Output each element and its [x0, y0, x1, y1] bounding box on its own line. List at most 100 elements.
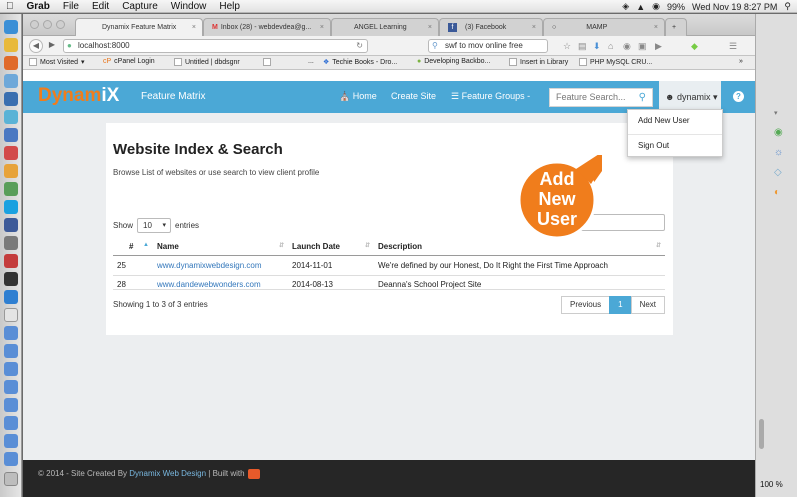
bookmark-techie-books[interactable]: ❖ Techie Books - Dro...: [323, 58, 397, 67]
clock[interactable]: Wed Nov 19 8:27 PM: [692, 2, 777, 12]
vertical-scrollbar[interactable]: [759, 419, 764, 449]
skype-icon[interactable]: [4, 200, 18, 214]
bookmark-untitled[interactable]: Untitled | dbdsgnr: [174, 58, 240, 66]
new-tab-button[interactable]: +: [665, 18, 687, 36]
addon-icon[interactable]: ▣: [638, 41, 647, 52]
bookmark-php-mysql[interactable]: PHP MySQL CRU...: [579, 58, 652, 66]
app-icon[interactable]: [4, 272, 18, 286]
reading-list-icon[interactable]: ▤: [578, 41, 587, 52]
close-tab-icon[interactable]: ×: [654, 24, 658, 31]
trash-icon[interactable]: [4, 472, 18, 486]
apple-icon[interactable]: : [6, 1, 14, 12]
menu-window[interactable]: Window: [171, 1, 207, 12]
app-icon[interactable]: [4, 218, 18, 232]
home-icon[interactable]: ⌂: [608, 41, 613, 51]
app-icon[interactable]: ◉: [774, 127, 783, 138]
search-icon[interactable]: ⚲: [639, 89, 646, 106]
bookmark-developing-backbone[interactable]: ● Developing Backbo...: [417, 58, 490, 65]
zoom-window-button[interactable]: [56, 20, 65, 29]
bookmark-empty[interactable]: [263, 58, 271, 66]
app-icon[interactable]: ☼: [774, 147, 783, 158]
menu-icon[interactable]: ☰: [729, 41, 737, 52]
toggle-icon[interactable]: ▾: [774, 109, 778, 117]
tab-angel-learning[interactable]: ANGEL Learning ×: [331, 18, 439, 36]
tab-inbox[interactable]: M Inbox (28) - webdevdea@g... ×: [203, 18, 331, 36]
firefox-icon[interactable]: [4, 56, 18, 70]
menu-item-sign-out[interactable]: Sign Out: [638, 141, 669, 150]
document-icon[interactable]: [4, 380, 18, 394]
app-icon[interactable]: [4, 146, 18, 160]
addon-icon[interactable]: ▶: [655, 41, 662, 52]
chrome-icon[interactable]: [4, 38, 18, 52]
app-icon[interactable]: [4, 290, 18, 304]
wifi-icon[interactable]: ◉: [652, 1, 660, 12]
nav-home[interactable]: ⛪ Home: [339, 91, 377, 102]
menu-app-grab[interactable]: Grab: [27, 1, 50, 12]
reload-icon[interactable]: ↻: [356, 40, 363, 52]
document-icon[interactable]: [4, 452, 18, 466]
mail-icon[interactable]: [4, 74, 18, 88]
close-tab-icon[interactable]: ×: [320, 24, 324, 31]
close-window-button[interactable]: [30, 20, 39, 29]
site-link[interactable]: www.dandewebwonders.com: [157, 280, 261, 289]
browser-search-input[interactable]: ⚲ swf to mov online free: [428, 39, 548, 53]
battery-percent[interactable]: 99%: [667, 2, 685, 12]
document-icon[interactable]: [4, 416, 18, 430]
document-icon[interactable]: [4, 362, 18, 376]
back-button[interactable]: ◀: [29, 39, 43, 53]
menu-item-add-new-user[interactable]: Add New User: [638, 116, 690, 125]
document-icon[interactable]: [4, 326, 18, 340]
bookmark-most-visited[interactable]: Most Visited ▾: [29, 58, 85, 66]
menu-capture[interactable]: Capture: [122, 1, 158, 12]
pager-next-button[interactable]: Next: [630, 296, 666, 314]
close-tab-icon[interactable]: ×: [428, 24, 432, 31]
app-icon[interactable]: [4, 254, 18, 268]
app-icon[interactable]: [4, 164, 18, 178]
forward-button[interactable]: ▶: [45, 39, 59, 53]
document-icon[interactable]: [4, 344, 18, 358]
brand-logo[interactable]: DynamiX: [38, 85, 119, 107]
nav-feature-groups[interactable]: ☰ Feature Groups -: [451, 91, 530, 102]
spotlight-icon[interactable]: ⚲: [784, 1, 791, 12]
tab-dynamix-feature-matrix[interactable]: Dynamix Feature Matrix ×: [75, 18, 203, 36]
menu-edit[interactable]: Edit: [92, 1, 109, 12]
help-icon[interactable]: ?: [733, 91, 744, 102]
column-header-launch-date[interactable]: Launch Date ⇵: [288, 239, 374, 256]
app-icon[interactable]: [4, 236, 18, 250]
addon-icon[interactable]: ◉: [623, 41, 631, 52]
url-bar[interactable]: ● localhost:8000 ↻: [63, 39, 368, 53]
app-icon[interactable]: [4, 92, 18, 106]
column-header-id[interactable]: # ▲: [113, 239, 153, 256]
finder-icon[interactable]: [4, 20, 18, 34]
app-icon[interactable]: [4, 128, 18, 142]
bookmark-overflow-dots[interactable]: ...: [308, 58, 314, 65]
document-icon[interactable]: [4, 308, 18, 322]
app-icon[interactable]: ◇: [774, 167, 782, 178]
addon-icon[interactable]: ◆: [691, 41, 698, 52]
document-icon[interactable]: [4, 434, 18, 448]
document-icon[interactable]: [4, 398, 18, 412]
app-icon[interactable]: ◐: [774, 187, 780, 198]
pager-page-1-button[interactable]: 1: [609, 296, 632, 314]
nav-create-site[interactable]: Create Site: [391, 91, 436, 101]
close-tab-icon[interactable]: ×: [192, 24, 196, 31]
column-header-name[interactable]: Name ⇵: [153, 239, 288, 256]
dropbox-icon[interactable]: ◈: [622, 1, 629, 12]
app-icon[interactable]: [4, 110, 18, 124]
bookmarks-overflow-icon[interactable]: »: [739, 58, 743, 65]
tab-facebook[interactable]: f (3) Facebook ×: [439, 18, 543, 36]
entries-select[interactable]: 10 ▾: [137, 218, 172, 233]
tab-mamp[interactable]: ○ MAMP ×: [543, 18, 665, 36]
close-tab-icon[interactable]: ×: [532, 24, 536, 31]
feature-search-input[interactable]: Feature Search... ⚲: [549, 88, 653, 107]
app-icon[interactable]: [4, 182, 18, 196]
drive-icon[interactable]: ▲: [636, 2, 645, 12]
download-icon[interactable]: ⬇: [593, 41, 601, 52]
minimize-window-button[interactable]: [43, 20, 52, 29]
menu-file[interactable]: File: [63, 1, 79, 12]
menu-help[interactable]: Help: [219, 1, 240, 12]
bookmark-insert-library[interactable]: Insert in Library: [509, 58, 568, 66]
site-link[interactable]: www.dynamixwebdesign.com: [157, 261, 262, 270]
footer-link[interactable]: Dynamix Web Design: [129, 469, 206, 478]
bookmark-cpanel[interactable]: cP cPanel Login: [103, 58, 155, 65]
